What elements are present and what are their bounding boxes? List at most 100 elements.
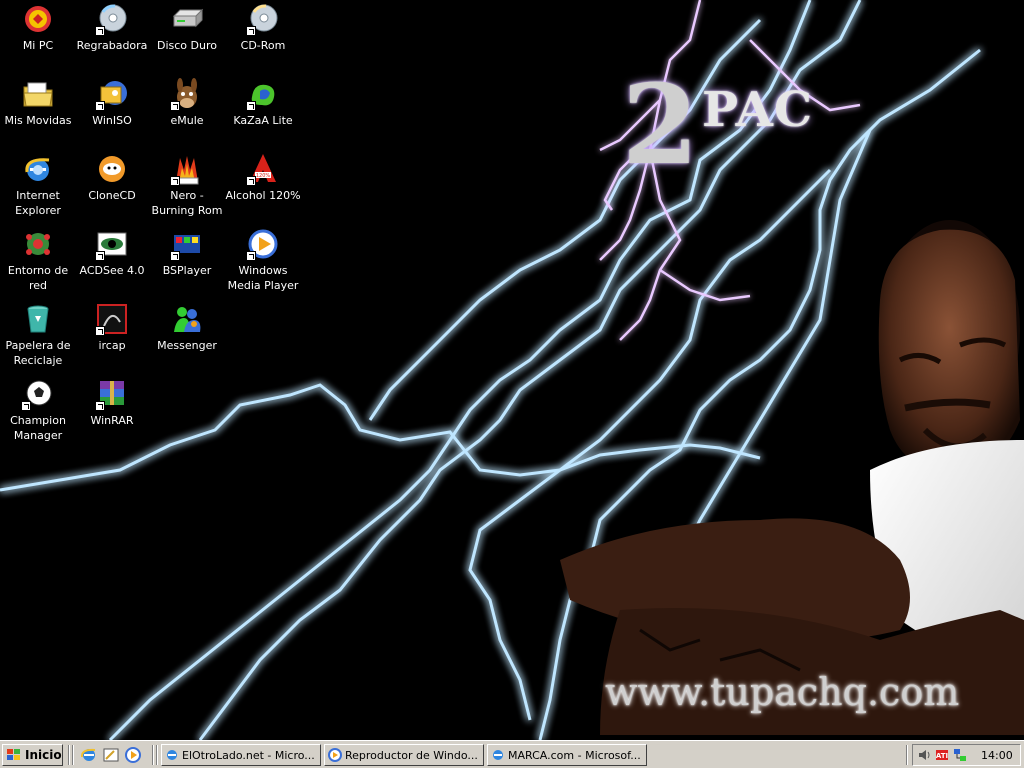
recycle-bin-icon xyxy=(21,302,55,336)
network-icon xyxy=(21,227,55,261)
shortcut-arrow-icon xyxy=(246,101,256,111)
icon-label: ircap xyxy=(98,339,126,352)
shortcut-arrow-icon xyxy=(246,176,256,186)
desktop-icon-regrabadora[interactable]: Regrabadora xyxy=(74,0,150,53)
start-label: Inicio xyxy=(25,748,62,762)
ircap-icon xyxy=(95,302,129,336)
icon-label: Alcohol 120% xyxy=(225,189,301,202)
icon-label: Messenger xyxy=(157,339,217,352)
desktop-icon-alcohol[interactable]: 120% Alcohol 120% xyxy=(225,150,301,203)
system-tray: ATI 14:00 xyxy=(912,744,1021,766)
icon-label: WinRAR xyxy=(90,414,134,427)
desktop-icon-acdsee[interactable]: ACDSee 4.0 xyxy=(74,225,150,278)
taskbar-task-media-player[interactable]: Reproductor de Windo... xyxy=(324,744,484,766)
icon-label: Mis Movidas xyxy=(4,114,72,127)
task-label: ElOtroLado.net - Micro... xyxy=(182,748,315,762)
cd-rom-icon xyxy=(246,2,280,36)
icon-label: Nero - Burning Rom xyxy=(151,189,223,217)
taskbar-separator xyxy=(152,745,154,765)
shortcut-arrow-icon xyxy=(95,26,105,36)
nero-icon xyxy=(170,152,204,186)
icon-label: CD-Rom xyxy=(240,39,286,52)
taskbar-task-marca[interactable]: MARCA.com - Microsof... xyxy=(487,744,647,766)
desktop-icon-bsplayer[interactable]: BSPlayer xyxy=(149,225,225,278)
ati-icon[interactable]: ATI xyxy=(935,748,949,762)
quick-launch-internet-explorer[interactable] xyxy=(80,746,98,764)
media-player-icon xyxy=(125,747,141,763)
shortcut-arrow-icon xyxy=(170,251,180,261)
desktop-icon-clonecd[interactable]: CloneCD xyxy=(74,150,150,203)
icon-label: ACDSee 4.0 xyxy=(79,264,145,277)
desktop-icon-internet-explorer[interactable]: Internet Explorer xyxy=(0,150,76,218)
folder-icon xyxy=(21,77,55,111)
icon-label: Windows Media Player xyxy=(227,264,299,292)
desktop-icon-nero[interactable]: Nero - Burning Rom xyxy=(149,150,225,218)
internet-explorer-icon xyxy=(21,152,55,186)
acdsee-icon xyxy=(95,227,129,261)
winrar-icon xyxy=(95,377,129,411)
icon-label: Internet Explorer xyxy=(15,189,61,217)
icon-label: CloneCD xyxy=(88,189,136,202)
messenger-icon xyxy=(170,302,204,336)
icon-label: BSPlayer xyxy=(162,264,212,277)
wallpaper-url: www.tupachq.com xyxy=(605,670,960,714)
desktop-icon-messenger[interactable]: Messenger xyxy=(149,300,225,353)
svg-text:120%: 120% xyxy=(256,173,271,179)
media-player-icon xyxy=(328,748,342,762)
desktop-icon-cd-rom[interactable]: CD-Rom xyxy=(225,0,301,53)
desktop-icon-windows-media-player[interactable]: Windows Media Player xyxy=(225,225,301,293)
cd-writer-icon xyxy=(95,2,129,36)
taskbar-separator xyxy=(906,745,908,765)
desktop[interactable]: 2 PAC www.tupachq.com Mi PC Regrabadora … xyxy=(0,0,1024,740)
clock[interactable]: 14:00 xyxy=(981,749,1013,762)
task-label: MARCA.com - Microsof... xyxy=(508,748,641,762)
shortcut-arrow-icon xyxy=(170,176,180,186)
icon-label: Mi PC xyxy=(22,39,54,52)
shortcut-arrow-icon xyxy=(95,326,105,336)
icon-label: Regrabadora xyxy=(76,39,148,52)
show-desktop-icon xyxy=(103,748,119,762)
desktop-icon-champion-manager[interactable]: Champion Manager xyxy=(0,375,76,443)
taskbar-task-elotrolado[interactable]: ElOtroLado.net - Micro... xyxy=(161,744,321,766)
shortcut-arrow-icon xyxy=(246,26,256,36)
media-player-icon xyxy=(246,227,280,261)
desktop-icon-disco-duro[interactable]: Disco Duro xyxy=(149,0,225,53)
my-computer-icon xyxy=(21,2,55,36)
icon-label: Champion Manager xyxy=(10,414,66,442)
taskbar-separator xyxy=(156,745,158,765)
desktop-icon-kazaa[interactable]: KaZaA Lite xyxy=(225,75,301,128)
desktop-icon-emule[interactable]: eMule xyxy=(149,75,225,128)
quick-launch-show-desktop[interactable] xyxy=(102,746,120,764)
desktop-icon-ircap[interactable]: ircap xyxy=(74,300,150,353)
icon-label: Disco Duro xyxy=(157,39,217,52)
emule-icon xyxy=(170,77,204,111)
internet-explorer-icon xyxy=(165,748,179,762)
taskbar-separator xyxy=(68,745,70,765)
winiso-icon xyxy=(95,77,129,111)
start-button[interactable]: Inicio xyxy=(2,744,63,766)
desktop-icon-winrar[interactable]: WinRAR xyxy=(74,375,150,428)
desktop-icon-mis-movidas[interactable]: Mis Movidas xyxy=(0,75,76,128)
icon-label: Papelera de Reciclaje xyxy=(5,339,71,367)
desktop-icon-entorno-de-red[interactable]: Entorno de red xyxy=(0,225,76,293)
network-tray-icon[interactable] xyxy=(953,748,967,762)
windows-logo-icon xyxy=(6,748,22,762)
svg-text:ATI: ATI xyxy=(936,752,948,760)
task-label: Reproductor de Windo... xyxy=(345,748,478,762)
taskbar-separator xyxy=(72,745,74,765)
icon-label: Entorno de red xyxy=(7,264,69,292)
bsplayer-icon xyxy=(170,227,204,261)
shortcut-arrow-icon xyxy=(170,101,180,111)
shortcut-arrow-icon xyxy=(95,101,105,111)
desktop-icon-papelera[interactable]: Papelera de Reciclaje xyxy=(0,300,76,368)
quick-launch-media-player[interactable] xyxy=(124,746,142,764)
soccer-ball-icon xyxy=(21,377,55,411)
icon-label: eMule xyxy=(170,114,204,127)
volume-icon[interactable] xyxy=(917,748,931,762)
internet-explorer-icon xyxy=(80,748,96,761)
desktop-icon-winiso[interactable]: WinISO xyxy=(74,75,150,128)
shortcut-arrow-icon xyxy=(21,401,31,411)
icon-label: WinISO xyxy=(92,114,132,127)
internet-explorer-icon xyxy=(491,748,505,762)
desktop-icon-mi-pc[interactable]: Mi PC xyxy=(0,0,76,53)
